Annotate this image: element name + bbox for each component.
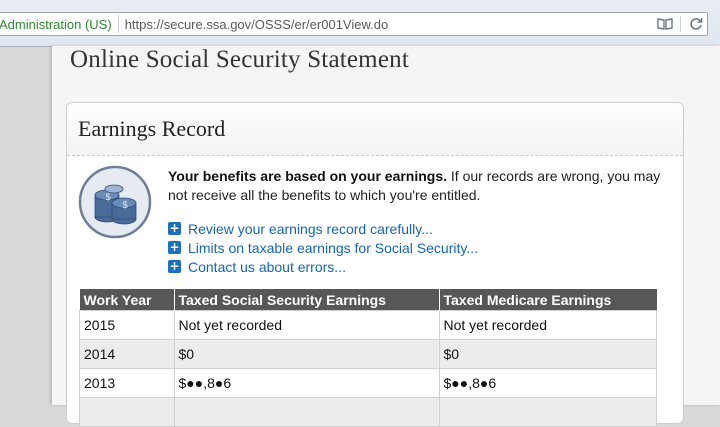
ss-earnings-cell: $0 <box>173 339 440 369</box>
table-row: 2014 $0 $0 <box>79 339 657 369</box>
ss-earnings-cell: $●●,8●6 <box>173 368 440 398</box>
col-ss-earnings: Taxed Social Security Earnings <box>174 289 440 311</box>
ss-earnings-cell: Not yet recorded <box>173 310 440 340</box>
help-links: + Review your earnings record carefully.… <box>168 219 478 276</box>
link-label[interactable]: Review your earnings record carefully... <box>188 221 433 237</box>
link-contact-errors[interactable]: + Contact us about errors... <box>168 257 478 276</box>
col-medicare-earnings: Taxed Medicare Earnings <box>439 289 657 311</box>
expand-plus-icon[interactable]: + <box>168 260 181 273</box>
medicare-earnings-cell <box>438 397 657 427</box>
svg-text:$: $ <box>105 192 111 203</box>
panel-header: Earnings Record <box>67 103 683 156</box>
browser-toolbar: Administration (US) https://secure.ssa.g… <box>0 0 720 47</box>
page-title: Online Social Security Statement <box>70 46 409 73</box>
link-label[interactable]: Contact us about errors... <box>188 259 346 275</box>
page-content: Online Social Security Statement Earning… <box>52 46 720 427</box>
link-taxable-limits[interactable]: + Limits on taxable earnings for Social … <box>168 238 478 257</box>
panel-title: Earnings Record <box>78 116 226 141</box>
medicare-earnings-cell: $0 <box>438 339 657 369</box>
medicare-earnings-cell: Not yet recorded <box>438 310 657 340</box>
earnings-record-panel: Earnings Record $ $ Your benefits are ba… <box>66 102 684 427</box>
coin-stacks-icon: $ $ <box>78 165 152 239</box>
table-header-row: Work Year Taxed Social Security Earnings… <box>79 289 657 311</box>
toolbar-divider <box>680 16 681 32</box>
expand-plus-icon[interactable]: + <box>168 241 181 254</box>
refresh-icon[interactable] <box>685 13 707 35</box>
reader-view-icon[interactable] <box>654 13 676 35</box>
table-row: 2013 $●●,8●6 $●●,8●6 <box>79 368 657 398</box>
link-label[interactable]: Limits on taxable earnings for Social Se… <box>188 240 478 256</box>
site-identity[interactable]: Administration (US) <box>0 17 118 32</box>
year-cell: 2015 <box>79 310 175 340</box>
expand-plus-icon[interactable]: + <box>168 222 181 235</box>
url-text[interactable]: https://secure.ssa.gov/OSSS/er/er001View… <box>125 17 654 32</box>
table-row: 2015 Not yet recorded Not yet recorded <box>79 310 657 340</box>
ss-earnings-cell <box>173 397 440 427</box>
link-review-earnings[interactable]: + Review your earnings record carefully.… <box>168 219 478 238</box>
year-cell: 2013 <box>79 368 175 398</box>
intro-bold: Your benefits are based on your earnings… <box>168 168 448 184</box>
medicare-earnings-cell: $●●,8●6 <box>438 368 657 398</box>
year-cell: 2014 <box>79 339 175 369</box>
intro-text: Your benefits are based on your earnings… <box>168 167 668 205</box>
col-work-year: Work Year <box>79 289 175 311</box>
table-row <box>79 397 657 427</box>
svg-text:$: $ <box>122 200 128 211</box>
earnings-table: Work Year Taxed Social Security Earnings… <box>79 289 657 427</box>
year-cell <box>79 397 175 427</box>
address-bar[interactable]: Administration (US) https://secure.ssa.g… <box>0 12 708 36</box>
address-divider <box>117 15 119 33</box>
